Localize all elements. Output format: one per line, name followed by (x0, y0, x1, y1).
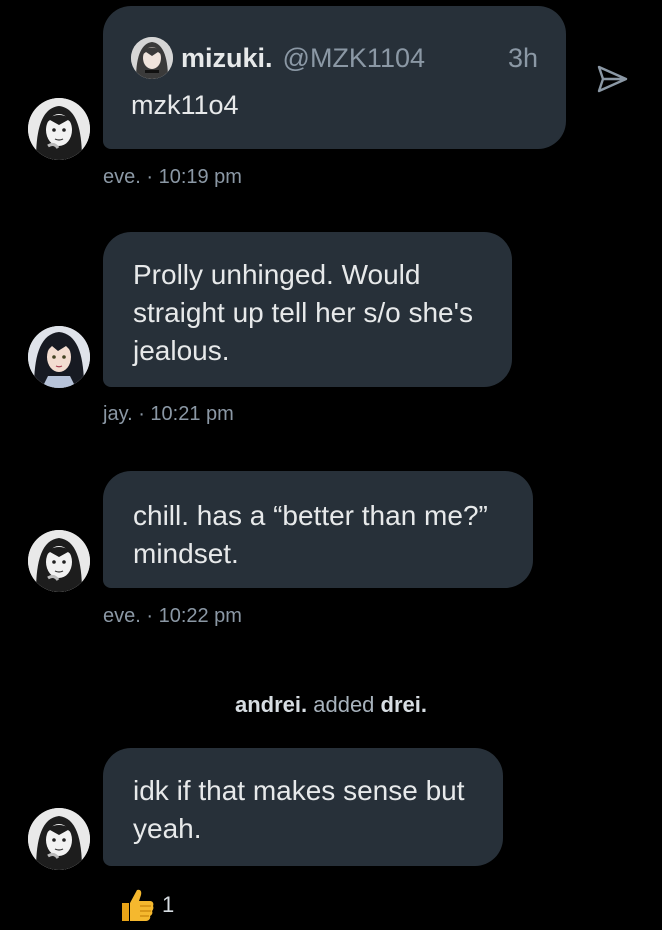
avatar-eve-image (28, 808, 90, 870)
quoted-author-handle[interactable]: @MZK1104 (283, 39, 425, 77)
avatar-eve[interactable] (28, 530, 90, 592)
message-bubble[interactable]: idk if that makes sense but yeah. (103, 748, 503, 866)
system-target[interactable]: drei. (381, 692, 427, 717)
message-meta: jay. · 10:21 pm (103, 403, 234, 425)
message-bubble[interactable]: chill. has a “better than me?” mindset. (103, 471, 533, 588)
quoted-post-time: 3h (507, 43, 538, 73)
message-text: Prolly unhinged. Would straight up tell … (133, 259, 473, 366)
share-icon[interactable] (594, 61, 630, 97)
quoted-author-name[interactable]: mizuki. (181, 39, 273, 77)
message-bubble[interactable]: Prolly unhinged. Would straight up tell … (103, 232, 512, 387)
avatar-jay-image (28, 326, 90, 388)
avatar-eve-image (28, 530, 90, 592)
quoted-post-header: mizuki. @MZK1104 3h (131, 36, 538, 80)
avatar-jay[interactable] (28, 326, 90, 388)
message-meta: eve. · 10:22 pm (103, 605, 242, 627)
reaction-chip[interactable]: 1 (118, 886, 174, 924)
quoted-post-bubble[interactable]: mizuki. @MZK1104 3h mzk11o4 (103, 6, 566, 149)
system-action: added (313, 692, 375, 717)
quoted-post-body: mzk11o4 (131, 90, 239, 120)
reaction-count: 1 (162, 892, 175, 917)
dm-conversation: mizuki. @MZK1104 3h mzk11o4 eve. · 10:19… (0, 0, 662, 930)
thumbs-up-icon (122, 889, 154, 921)
quoted-author-avatar[interactable] (131, 37, 173, 79)
quoted-author-avatar-image (131, 37, 173, 79)
message-text: idk if that makes sense but yeah. (133, 775, 465, 844)
message-text: chill. has a “better than me?” mindset. (133, 500, 488, 569)
avatar-eve-image (28, 98, 90, 160)
system-actor[interactable]: andrei. (235, 692, 307, 717)
avatar-eve[interactable] (28, 98, 90, 160)
avatar-eve[interactable] (28, 808, 90, 870)
message-meta: eve. · 10:19 pm (103, 166, 242, 188)
system-message: andrei. added drei. (0, 692, 662, 718)
